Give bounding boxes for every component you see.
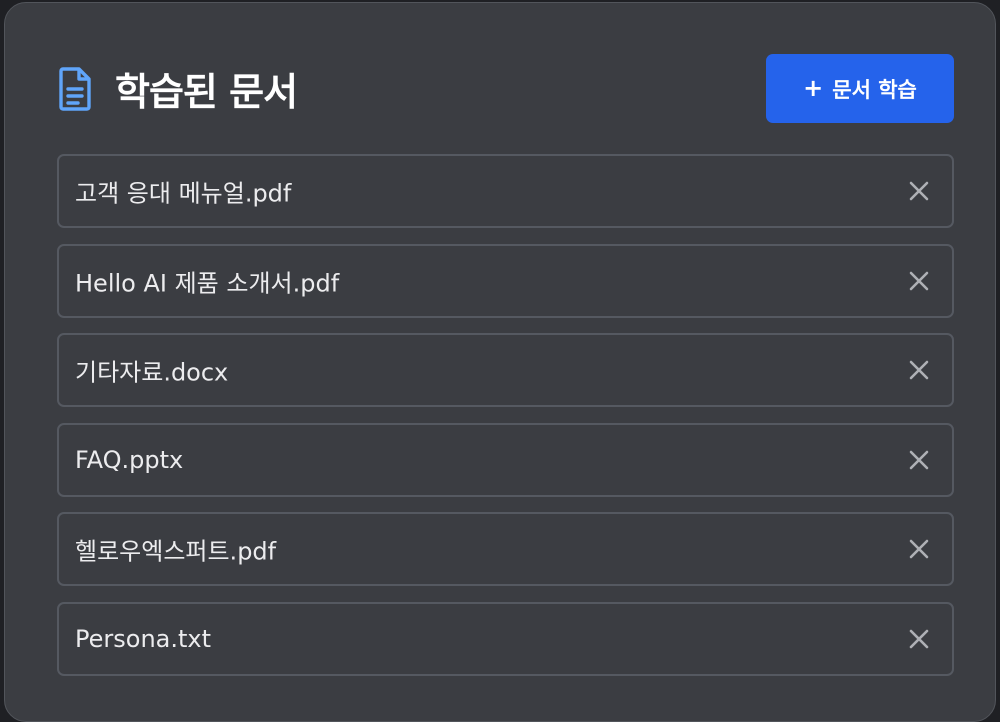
document-item: FAQ.pptx (57, 422, 954, 497)
panel-header: 학습된 문서 + 문서 학습 (57, 54, 954, 123)
remove-document-button[interactable] (907, 537, 931, 561)
document-item: Persona.txt (57, 601, 954, 676)
document-name: Persona.txt (75, 624, 212, 653)
learned-documents-panel: 학습된 문서 + 문서 학습 고객 응대 메뉴얼.pdf Hello AI 제품… (4, 2, 996, 722)
document-icon (57, 66, 93, 111)
title-group: 학습된 문서 (57, 54, 298, 123)
document-item: 고객 응대 메뉴얼.pdf (57, 154, 954, 228)
remove-document-button[interactable] (907, 179, 931, 203)
close-icon (909, 540, 929, 559)
document-item: Hello AI 제품 소개서.pdf (57, 243, 954, 318)
document-item: 헬로우엑스퍼트.pdf (57, 512, 954, 587)
document-list: 고객 응대 메뉴얼.pdf Hello AI 제품 소개서.pdf 기타자료.d… (57, 154, 954, 692)
document-name: 기타자료.docx (75, 358, 229, 387)
close-icon (909, 360, 929, 380)
document-name: 헬로우엑스퍼트.pdf (75, 537, 277, 566)
close-icon (909, 450, 929, 470)
learn-document-button[interactable]: + 문서 학습 (766, 54, 954, 123)
document-item: 기타자료.docx (57, 333, 954, 408)
close-icon (909, 181, 929, 201)
document-name: FAQ.pptx (75, 445, 184, 474)
remove-document-button[interactable] (907, 269, 931, 293)
remove-document-button[interactable] (907, 358, 931, 382)
remove-document-button[interactable] (907, 627, 931, 651)
page-title: 학습된 문서 (115, 70, 298, 114)
close-icon (909, 629, 929, 649)
close-icon (909, 271, 929, 290)
document-name: 고객 응대 메뉴얼.pdf (75, 179, 292, 208)
plus-icon: + (803, 73, 824, 102)
remove-document-button[interactable] (907, 448, 931, 472)
learn-document-button-label: 문서 학습 (832, 77, 917, 102)
document-name: Hello AI 제품 소개서.pdf (75, 269, 340, 298)
